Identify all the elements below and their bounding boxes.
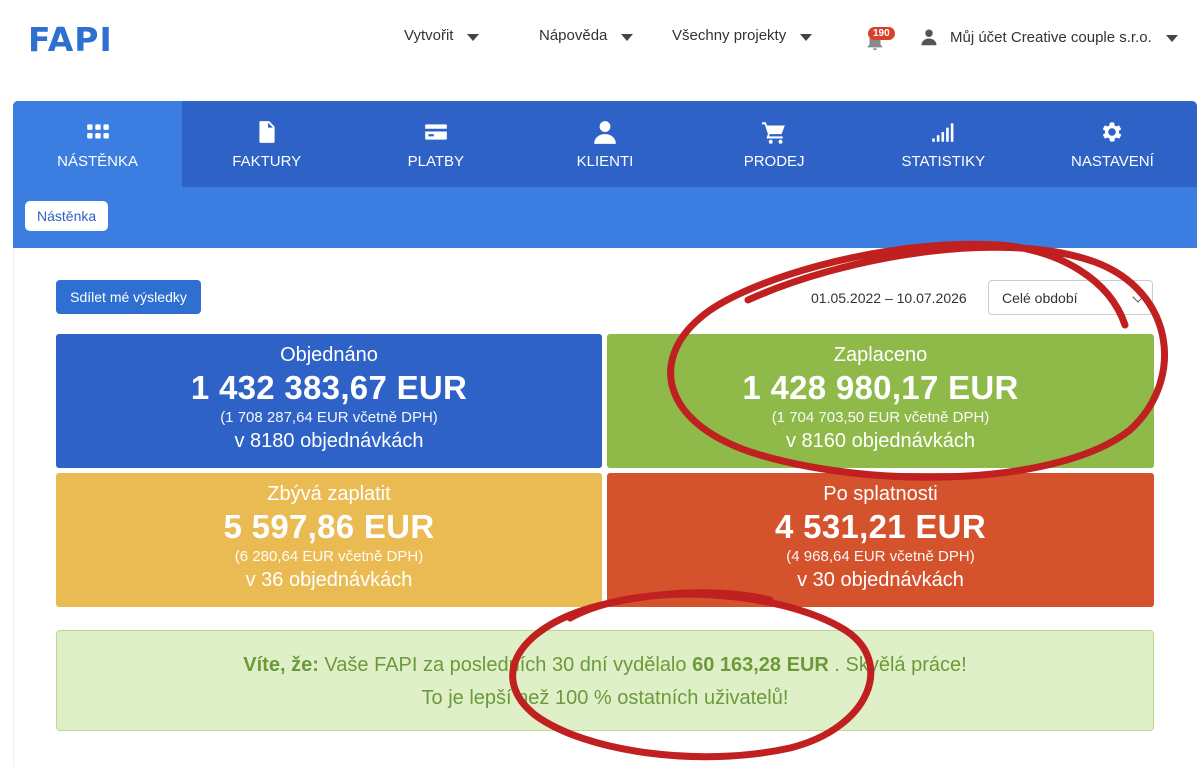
person-icon xyxy=(594,120,616,144)
tab-label: PLATBY xyxy=(407,152,465,170)
info-lead: Víte, že: xyxy=(243,654,319,676)
caret-down-icon xyxy=(1165,35,1178,42)
tab-label: FAKTURY xyxy=(232,152,302,170)
info-line-1: Víte, že: Vaše FAPI za posledních 30 dní… xyxy=(57,649,1153,682)
grid-icon xyxy=(86,123,109,138)
tab-nastenka[interactable]: NÁSTĚNKA xyxy=(13,101,183,187)
breadcrumb-nastenka[interactable]: Nástěnka xyxy=(25,201,109,231)
card-title: Zbývá zaplatit xyxy=(267,483,391,505)
tab-label: STATISTIKY xyxy=(901,152,986,170)
invoice-icon xyxy=(259,120,275,143)
tab-statistiky[interactable]: STATISTIKY xyxy=(859,101,1028,187)
tab-faktury[interactable]: FAKTURY xyxy=(182,101,351,187)
tab-prodej[interactable]: PRODEJ xyxy=(690,101,859,187)
earnings-info-banner: Víte, že: Vaše FAPI za posledních 30 dní… xyxy=(56,630,1154,731)
card-vat: (4 968,64 EUR včetně DPH) xyxy=(786,548,975,565)
card-title: Objednáno xyxy=(280,344,378,366)
tab-label: NÁSTĚNKA xyxy=(57,152,138,170)
menu-vytvorit[interactable]: Vytvořit xyxy=(404,27,480,44)
main-nav: NÁSTĚNKA FAKTURY PLATBY KLIENTI PRODEJ S… xyxy=(13,101,1197,187)
date-range: 01.05.2022 – 10.07.2026 xyxy=(811,290,967,306)
menu-label: Nápověda xyxy=(539,27,608,44)
caret-down-icon xyxy=(621,33,634,41)
card-po-splatnosti: Po splatnosti 4 531,21 EUR (4 968,64 EUR… xyxy=(607,473,1154,607)
card-title: Po splatnosti xyxy=(823,483,938,505)
period-selected-value: Celé období xyxy=(1002,290,1078,306)
card-amount: 1 432 383,67 EUR xyxy=(190,369,468,406)
tab-label: NASTAVENÍ xyxy=(1071,152,1154,170)
caret-down-icon xyxy=(800,33,813,41)
signal-icon xyxy=(932,122,954,142)
notification-badge: 190 xyxy=(868,27,895,40)
tab-label: KLIENTI xyxy=(576,152,634,170)
card-count: v 8180 objednávkách xyxy=(234,430,424,452)
account-label: Můj účet Creative couple s.r.o. xyxy=(950,28,1152,46)
card-objednano: Objednáno 1 432 383,67 EUR (1 708 287,64… xyxy=(56,334,602,468)
menu-napoveda[interactable]: Nápověda xyxy=(539,27,634,44)
caret-down-icon xyxy=(467,33,480,41)
menu-label: Vytvořit xyxy=(404,27,454,44)
card-count: v 36 objednávkách xyxy=(245,569,413,591)
menu-label: Všechny projekty xyxy=(672,27,787,44)
card-count: v 8160 objednávkách xyxy=(785,430,976,452)
tab-klienti[interactable]: KLIENTI xyxy=(520,101,689,187)
info-line-2: To je lepší než 100 % ostatních uživatel… xyxy=(421,687,789,709)
user-icon xyxy=(921,29,937,46)
fapi-logo[interactable]: FAPI xyxy=(28,20,113,59)
card-zbyva-zaplatit: Zbývá zaplatit 5 597,86 EUR (6 280,64 EU… xyxy=(56,473,602,607)
card-icon xyxy=(425,123,447,140)
card-title: Zaplaceno xyxy=(833,344,928,366)
card-zaplaceno: Zaplaceno 1 428 980,17 EUR (1 704 703,50… xyxy=(607,334,1154,468)
gear-icon xyxy=(1103,121,1122,142)
breadcrumb-bar: Nástěnka xyxy=(13,187,1197,248)
share-results-button[interactable]: Sdílet mé výsledky xyxy=(56,280,201,314)
period-select[interactable]: Celé období xyxy=(988,280,1153,315)
chevron-down-icon xyxy=(1132,291,1144,303)
tab-label: PRODEJ xyxy=(743,152,805,170)
card-vat: (1 704 703,50 EUR včetně DPH) xyxy=(771,409,990,426)
card-amount: 1 428 980,17 EUR xyxy=(742,369,1019,406)
card-vat: (6 280,64 EUR včetně DPH) xyxy=(234,548,424,565)
account-menu[interactable]: Můj účet Creative couple s.r.o. xyxy=(920,27,1178,47)
info-amount: 60 163,28 EUR xyxy=(692,654,829,676)
card-count: v 30 objednávkách xyxy=(797,569,964,591)
card-amount: 4 531,21 EUR xyxy=(775,508,986,545)
cart-icon xyxy=(762,121,785,144)
tab-nastaveni[interactable]: NASTAVENÍ xyxy=(1028,101,1197,187)
info-text-1: Vaše FAPI za posledních 30 dní vydělalo xyxy=(324,654,687,676)
menu-vsechny-projekty[interactable]: Všechny projekty xyxy=(672,27,813,44)
tab-platby[interactable]: PLATBY xyxy=(351,101,520,187)
card-vat: (1 708 287,64 EUR včetně DPH) xyxy=(220,409,438,426)
top-bar: FAPI Vytvořit Nápověda Všechny projekty … xyxy=(0,0,1200,75)
card-amount: 5 597,86 EUR xyxy=(223,508,435,545)
info-text-2: . Skvělá práce! xyxy=(834,654,967,676)
